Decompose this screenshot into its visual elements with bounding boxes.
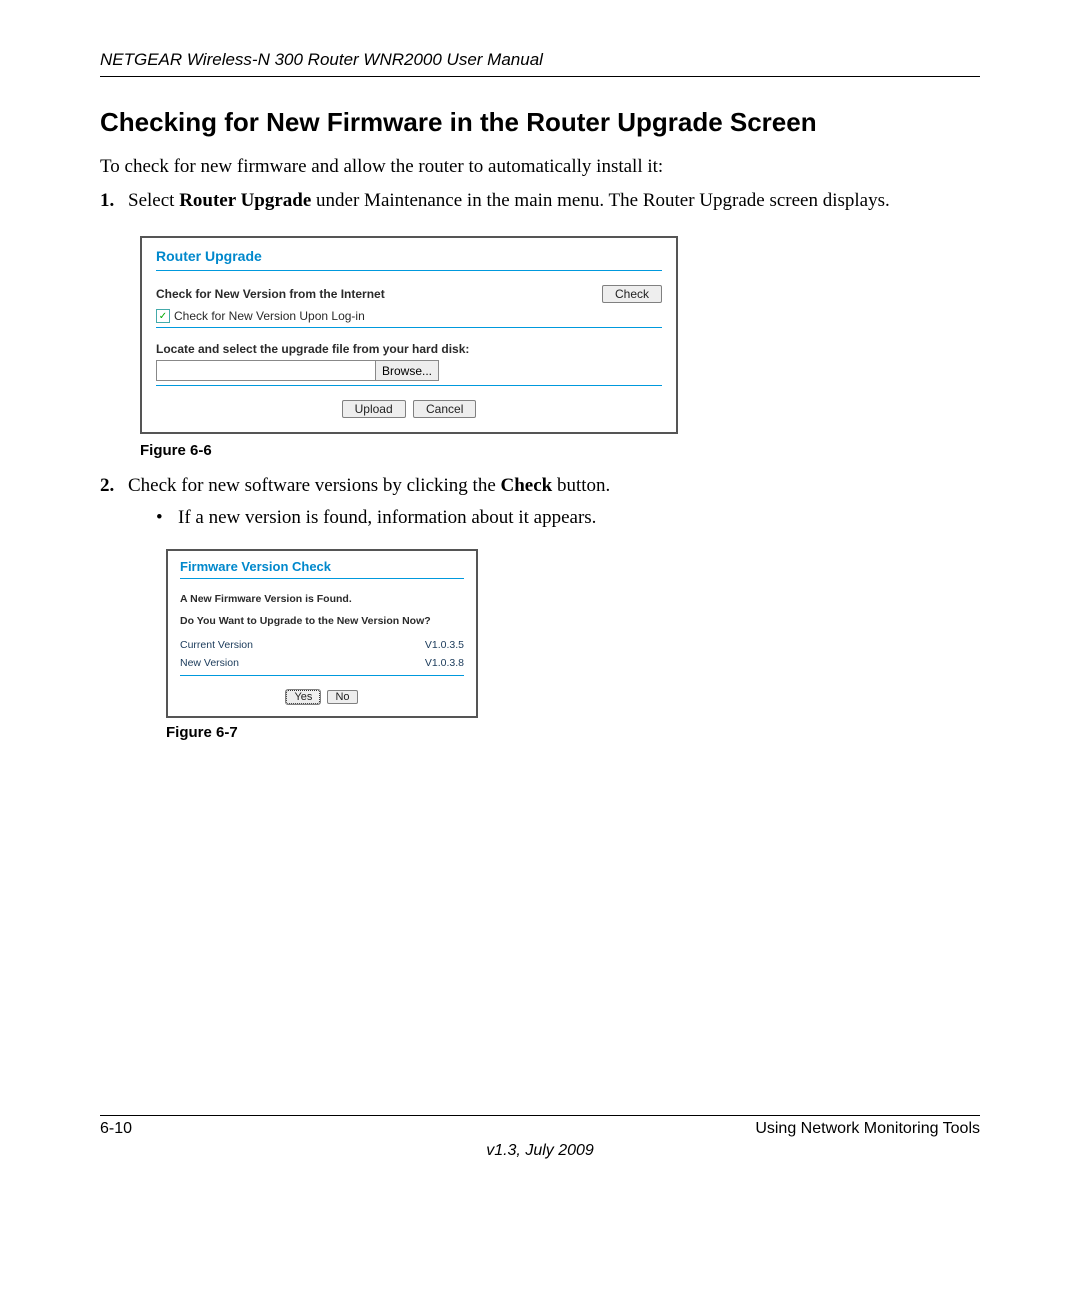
step-1-bold: Router Upgrade [179, 190, 311, 211]
divider [156, 385, 662, 386]
no-button[interactable]: No [327, 690, 357, 704]
divider [180, 578, 464, 579]
new-version-label: New Version [180, 657, 239, 669]
new-version-value: V1.0.3.8 [425, 657, 464, 669]
step-2-pre: Check for new software versions by click… [128, 475, 501, 496]
locate-file-label: Locate and select the upgrade file from … [156, 342, 662, 356]
panel-title: Router Upgrade [156, 238, 662, 268]
step-1-pre: Select [128, 190, 179, 211]
manual-header: NETGEAR Wireless-N 300 Router WNR2000 Us… [100, 50, 980, 77]
step-2-post: button. [552, 475, 610, 496]
firmware-found-message: A New Firmware Version is Found. [180, 593, 464, 605]
step-number: 2. [100, 475, 128, 529]
divider [180, 675, 464, 676]
step-2-bold: Check [501, 475, 553, 496]
firmware-check-panel: Firmware Version Check A New Firmware Ve… [166, 549, 478, 718]
page-number: 6-10 [100, 1120, 132, 1138]
divider [156, 270, 662, 271]
current-version-label: Current Version [180, 639, 253, 651]
browse-button[interactable]: Browse... [375, 360, 439, 381]
figure-caption-6-7: Figure 6-7 [166, 724, 980, 741]
current-version-value: V1.0.3.5 [425, 639, 464, 651]
login-check-label: Check for New Version Upon Log-in [174, 309, 365, 323]
figure-caption-6-6: Figure 6-6 [140, 442, 980, 459]
check-button[interactable]: Check [602, 285, 662, 303]
footer-rule [100, 1115, 980, 1116]
footer-section-name: Using Network Monitoring Tools [755, 1120, 980, 1138]
upgrade-question: Do You Want to Upgrade to the New Versio… [180, 615, 464, 627]
divider [156, 327, 662, 328]
yes-button[interactable]: Yes [286, 690, 320, 704]
step-2-text: Check for new software versions by click… [128, 475, 980, 529]
footer-version: v1.3, July 2009 [100, 1142, 980, 1160]
router-upgrade-panel: Router Upgrade Check for New Version fro… [140, 236, 678, 434]
check-version-label: Check for New Version from the Internet [156, 287, 385, 301]
intro-text: To check for new firmware and allow the … [100, 156, 980, 178]
file-path-input[interactable] [156, 360, 375, 381]
panel-title: Firmware Version Check [180, 551, 464, 576]
step-2-sub-bullet: If a new version is found, information a… [156, 507, 980, 529]
step-1-text: Select Router Upgrade under Maintenance … [128, 190, 980, 212]
step-2-sub-text: If a new version is found, information a… [178, 507, 596, 528]
step-1-post: under Maintenance in the main menu. The … [311, 190, 889, 211]
section-heading: Checking for New Firmware in the Router … [100, 107, 980, 138]
login-check-checkbox[interactable]: ✓ [156, 309, 170, 323]
cancel-button[interactable]: Cancel [413, 400, 476, 418]
upload-button[interactable]: Upload [342, 400, 406, 418]
page-footer: 6-10 Using Network Monitoring Tools v1.3… [100, 1107, 980, 1160]
step-number: 1. [100, 190, 128, 212]
